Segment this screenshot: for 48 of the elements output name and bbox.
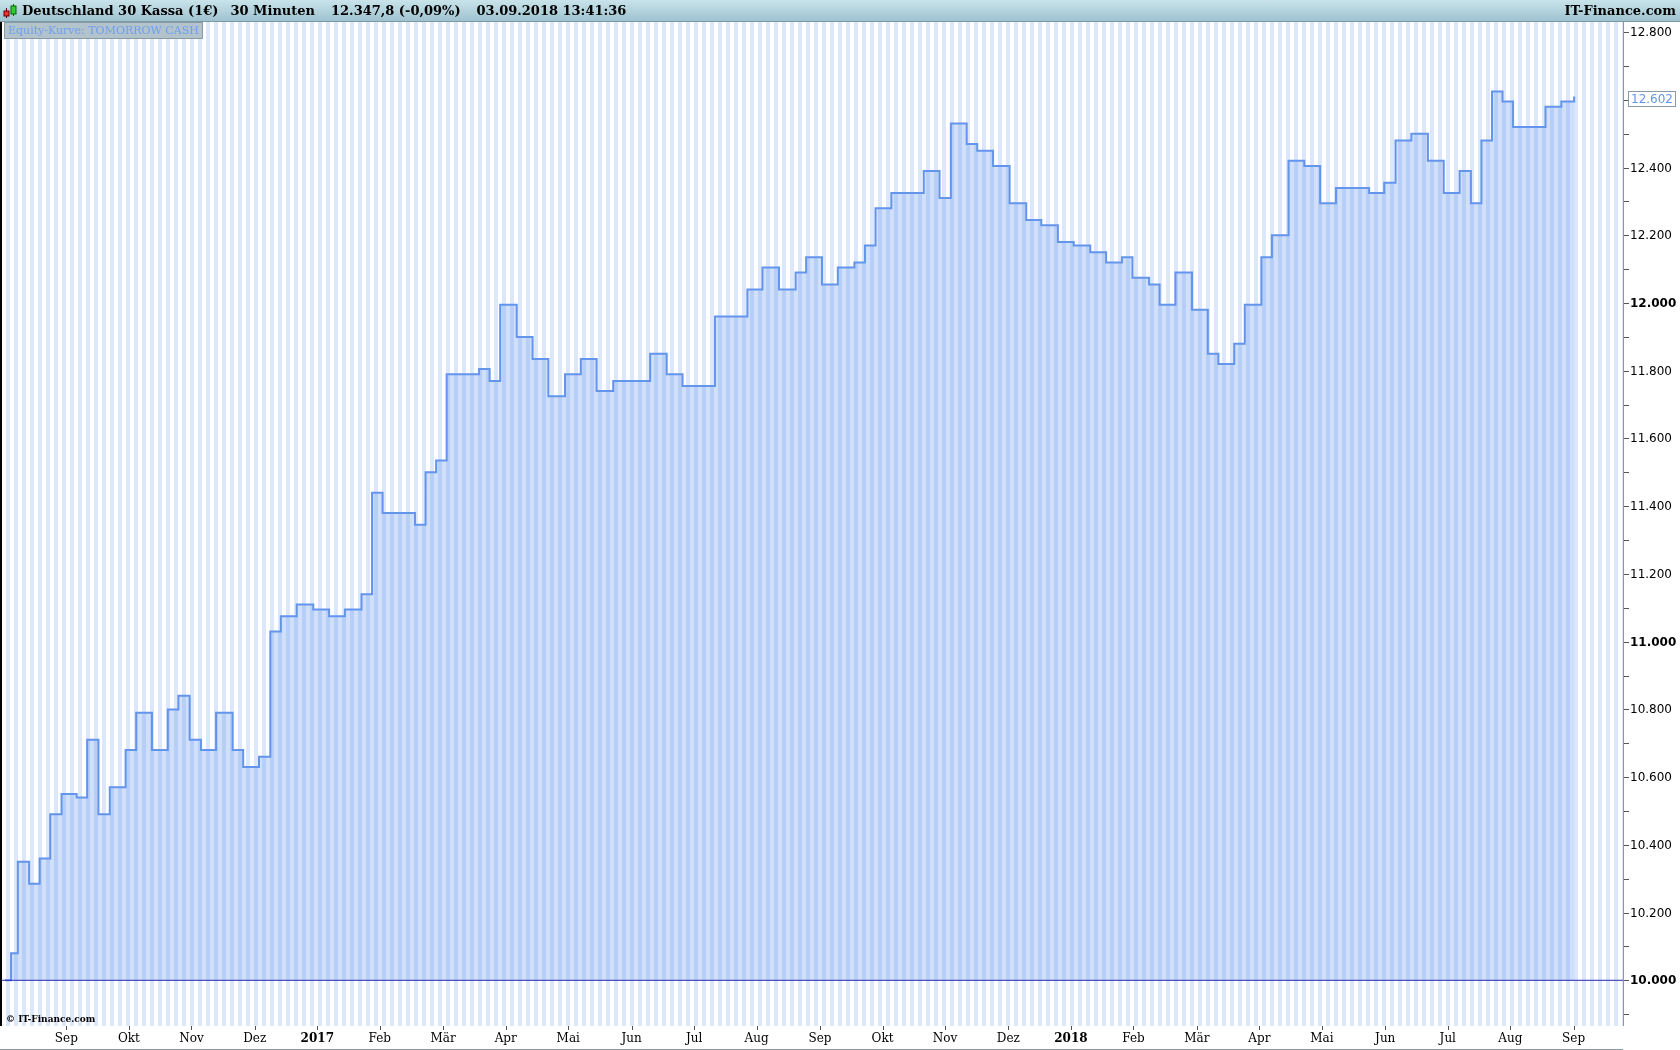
y-axis-label: 10.200 — [1630, 905, 1672, 920]
y-axis-label: 11.400 — [1630, 499, 1672, 514]
x-axis-label: Sep — [1562, 1031, 1586, 1045]
x-axis-label: Mär — [430, 1031, 456, 1045]
instrument-name: Deutschland 30 Kassa (1€) — [22, 3, 219, 18]
x-axis-label: Sep — [54, 1031, 78, 1045]
x-axis-label: Jun — [621, 1031, 642, 1045]
x-axis-label: Mär — [1184, 1031, 1210, 1045]
copyright-text: © IT-Finance.com — [6, 1014, 96, 1024]
x-axis-label: Okt — [117, 1031, 140, 1045]
x-axis-label: Dez — [996, 1031, 1020, 1045]
y-axis-label: 11.800 — [1630, 363, 1672, 378]
y-axis-label: 11.200 — [1630, 566, 1672, 581]
y-axis-label: 10.000 — [1630, 973, 1677, 988]
y-axis-label: 10.400 — [1630, 837, 1672, 852]
x-axis-label: Nov — [179, 1031, 204, 1045]
datetime-label: 03.09.2018 13:41:36 — [476, 3, 627, 18]
y-axis-label: 11.600 — [1630, 431, 1672, 446]
x-axis-label: Nov — [932, 1031, 958, 1045]
candlestick-icon — [3, 2, 18, 19]
x-axis-label: Aug — [1498, 1031, 1523, 1045]
last-value-label: 12.602 — [1628, 91, 1676, 108]
x-axis-label: Jun — [1375, 1031, 1396, 1045]
x-axis-label: Apr — [1248, 1031, 1271, 1045]
x-axis-label: Okt — [871, 1031, 894, 1045]
quote-label: 12.347,8 (-0,09%) — [331, 3, 461, 18]
interval-label: 30 Minuten — [230, 3, 315, 18]
x-axis-label: Jul — [1439, 1031, 1456, 1045]
x-axis-label: Jul — [685, 1031, 703, 1045]
x-axis-label: Mai — [1310, 1031, 1334, 1045]
x-axis-label: 2017 — [300, 1031, 334, 1045]
brand-label: IT-Finance.com — [1564, 3, 1676, 18]
x-axis-label: Feb — [368, 1031, 392, 1045]
x-axis-label: Dez — [243, 1031, 267, 1045]
x-axis-label: Apr — [494, 1031, 517, 1045]
x-axis-label: 2018 — [1054, 1031, 1088, 1045]
series-legend: Equity-Kurve: TOMORROW CASH — [4, 22, 203, 39]
x-axis-label: Aug — [744, 1031, 769, 1045]
y-axis-label: 12.400 — [1630, 160, 1672, 175]
y-axis-label: 12.800 — [1630, 25, 1672, 40]
y-axis-label: 10.600 — [1630, 770, 1672, 785]
y-axis-label: 12.000 — [1630, 296, 1677, 311]
x-axis-label: Sep — [808, 1031, 832, 1045]
x-axis-label: Mai — [556, 1031, 580, 1045]
y-axis-label: 10.800 — [1630, 702, 1672, 717]
y-axis-label: 11.000 — [1630, 634, 1677, 649]
y-axis-label: 12.200 — [1630, 228, 1672, 243]
x-axis-label: Feb — [1122, 1031, 1145, 1045]
